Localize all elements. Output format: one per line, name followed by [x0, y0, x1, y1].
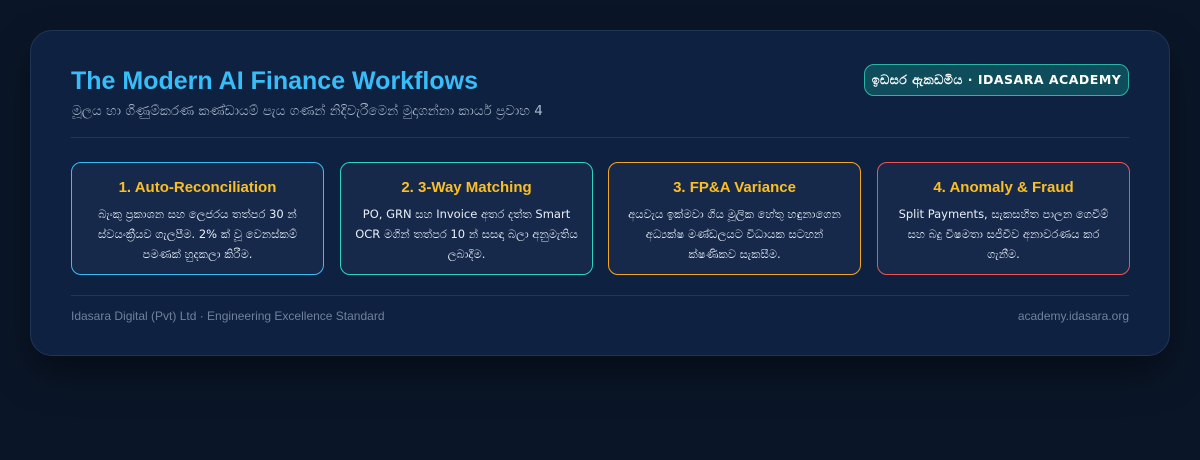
workflow-steps: 1. Auto-Reconciliation බැංකු ප්‍රකාශන සහ… [71, 162, 1130, 275]
step-description: අයවැය ඉක්මවා ගිය මූලික හේතු හඳුනාගෙන අධ්… [628, 207, 841, 261]
workflows-card: The Modern AI Finance Workflows මූලය හා … [30, 30, 1170, 356]
footer-website: academy.idasara.org [1017, 309, 1129, 323]
step-description: බැංකු ප්‍රකාශන සහ ලෙජරය තත්පර 30 න් ස්වය… [98, 207, 297, 261]
workflow-step-anomaly-fraud: 4. Anomaly & Fraud Split Payments, සැකසහ… [877, 162, 1130, 275]
step-title: 2. 3-Way Matching [401, 179, 532, 196]
step-title: 4. Anomaly & Fraud [933, 179, 1074, 196]
academy-badge: ඉඩසර ඇකඩමිය · IDASARA ACADEMY [864, 64, 1129, 96]
header-divider [71, 137, 1129, 138]
footer-divider [71, 295, 1129, 296]
page-title: The Modern AI Finance Workflows [71, 67, 478, 95]
footer-company: Idasara Digital (Pvt) Ltd · Engineering … [71, 309, 385, 323]
step-description: Split Payments, සැකසහිත පාලන ගෙවීම් සහ බ… [898, 207, 1109, 261]
step-title: 1. Auto-Reconciliation [118, 179, 277, 196]
workflow-step-3-way-matching: 2. 3-Way Matching PO, GRN සහ Invoice අතර… [340, 162, 593, 275]
step-title: 3. FP&A Variance [673, 179, 796, 196]
workflow-step-auto-reconciliation: 1. Auto-Reconciliation බැංකු ප්‍රකාශන සහ… [71, 162, 324, 275]
page-subtitle: මූලය හා ගිණුම්කරණ කණ්ඩායම් පැය ගණන් නිදි… [72, 103, 543, 119]
workflow-step-fpa-variance: 3. FP&A Variance අයවැය ඉක්මවා ගිය මූලික … [608, 162, 861, 275]
step-description: PO, GRN සහ Invoice අතර දත්ත Smart OCR මග… [355, 207, 578, 261]
